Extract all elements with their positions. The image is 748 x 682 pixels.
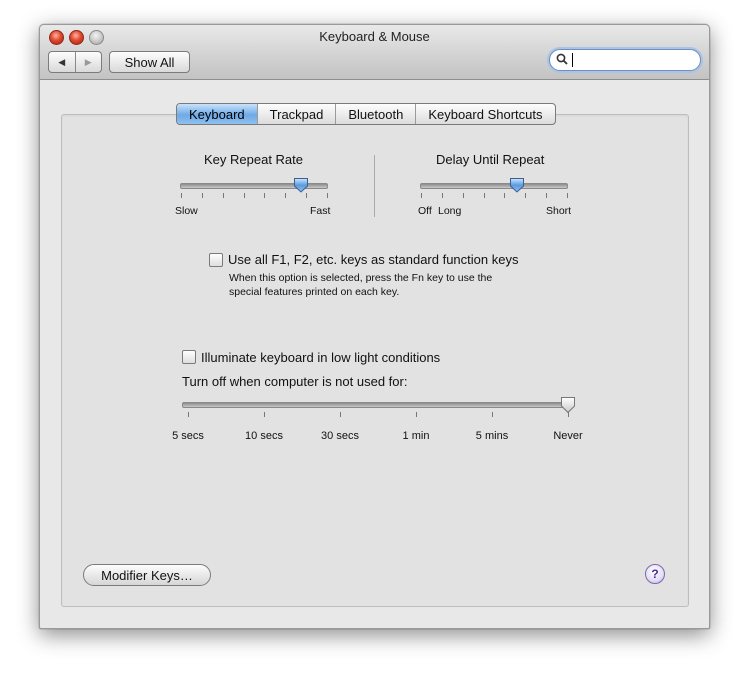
- show-all-button[interactable]: Show All: [109, 51, 190, 73]
- delay-repeat-tick: [546, 193, 547, 198]
- delay-repeat-tick: [504, 193, 505, 198]
- delay-off-label: Off: [418, 205, 432, 217]
- delay-repeat-tick: [525, 193, 526, 198]
- illuminate-keyboard-checkbox[interactable]: [182, 350, 196, 364]
- search-text-cursor: [572, 53, 573, 67]
- key-repeat-tick: [327, 193, 328, 198]
- preferences-window: Keyboard & Mouse ◀ ▶ Show All Keyboard T…: [39, 24, 710, 629]
- key-repeat-tick: [223, 193, 224, 198]
- illumination-track: [182, 402, 572, 408]
- delay-until-repeat-title: Delay Until Repeat: [436, 152, 545, 167]
- delay-long-label: Long: [438, 205, 462, 217]
- illumination-stop-label: Never: [553, 430, 583, 442]
- key-repeat-rate-title: Key Repeat Rate: [204, 152, 304, 167]
- delay-repeat-tick: [421, 193, 422, 198]
- tab-bluetooth[interactable]: Bluetooth: [335, 104, 415, 124]
- forward-arrow-icon[interactable]: ▶: [76, 52, 102, 72]
- modifier-keys-button[interactable]: Modifier Keys…: [83, 564, 211, 586]
- back-arrow-icon[interactable]: ◀: [49, 52, 76, 72]
- function-keys-label[interactable]: Use all F1, F2, etc. keys as standard fu…: [228, 252, 518, 267]
- titlebar: Keyboard & Mouse ◀ ▶ Show All: [40, 25, 709, 80]
- help-icon[interactable]: ?: [645, 564, 665, 584]
- back-forward-control: ◀ ▶: [48, 51, 102, 73]
- tab-trackpad[interactable]: Trackpad: [256, 104, 336, 124]
- illumination-stop-label: 30 secs: [321, 430, 359, 442]
- delay-repeat-tick: [442, 193, 443, 198]
- key-repeat-slow-label: Slow: [175, 205, 198, 217]
- illumination-tick: [340, 412, 341, 417]
- key-repeat-tick: [202, 193, 203, 198]
- tab-keyboard[interactable]: Keyboard: [177, 104, 257, 124]
- turn-off-label: Turn off when computer is not used for:: [182, 374, 408, 389]
- illumination-tick: [416, 412, 417, 417]
- illuminate-keyboard-label[interactable]: Illuminate keyboard in low light conditi…: [201, 350, 440, 365]
- delay-repeat-tick: [567, 193, 568, 198]
- delay-repeat-tick: [463, 193, 464, 198]
- illumination-stop-label: 5 secs: [172, 430, 204, 442]
- delay-repeat-tick: [484, 193, 485, 198]
- search-icon: [556, 53, 568, 68]
- delay-short-label: Short: [546, 205, 572, 217]
- search-field[interactable]: [549, 49, 701, 71]
- illumination-thumb[interactable]: [560, 396, 576, 414]
- delay-repeat-track: [420, 183, 568, 189]
- illumination-stop-label: 1 min: [402, 430, 430, 442]
- tab-bar: Keyboard Trackpad Bluetooth Keyboard Sho…: [176, 103, 556, 125]
- window-title: Keyboard & Mouse: [319, 29, 430, 44]
- section-divider: [374, 155, 375, 217]
- key-repeat-tick: [285, 193, 286, 198]
- illumination-stop-label: 5 mins: [475, 430, 509, 442]
- delay-repeat-thumb[interactable]: [509, 177, 525, 193]
- key-repeat-tick: [244, 193, 245, 198]
- key-repeat-thumb[interactable]: [293, 177, 309, 193]
- illumination-stop-label: 10 secs: [245, 430, 283, 442]
- key-repeat-tick: [306, 193, 307, 198]
- function-keys-description-2: special features printed on each key.: [229, 286, 400, 298]
- key-repeat-tick: [181, 193, 182, 198]
- illumination-tick: [188, 412, 189, 417]
- key-repeat-fast-label: Fast: [310, 205, 331, 217]
- function-keys-checkbox[interactable]: [209, 253, 223, 267]
- illumination-tick: [264, 412, 265, 417]
- key-repeat-tick: [264, 193, 265, 198]
- key-repeat-rate-slider[interactable]: [178, 173, 330, 199]
- illumination-tick: [492, 412, 493, 417]
- function-keys-description-1: When this option is selected, press the …: [229, 272, 493, 284]
- illumination-timeout-slider[interactable]: [180, 395, 576, 425]
- delay-until-repeat-slider[interactable]: [418, 173, 570, 199]
- tab-keyboard-shortcuts[interactable]: Keyboard Shortcuts: [415, 104, 554, 124]
